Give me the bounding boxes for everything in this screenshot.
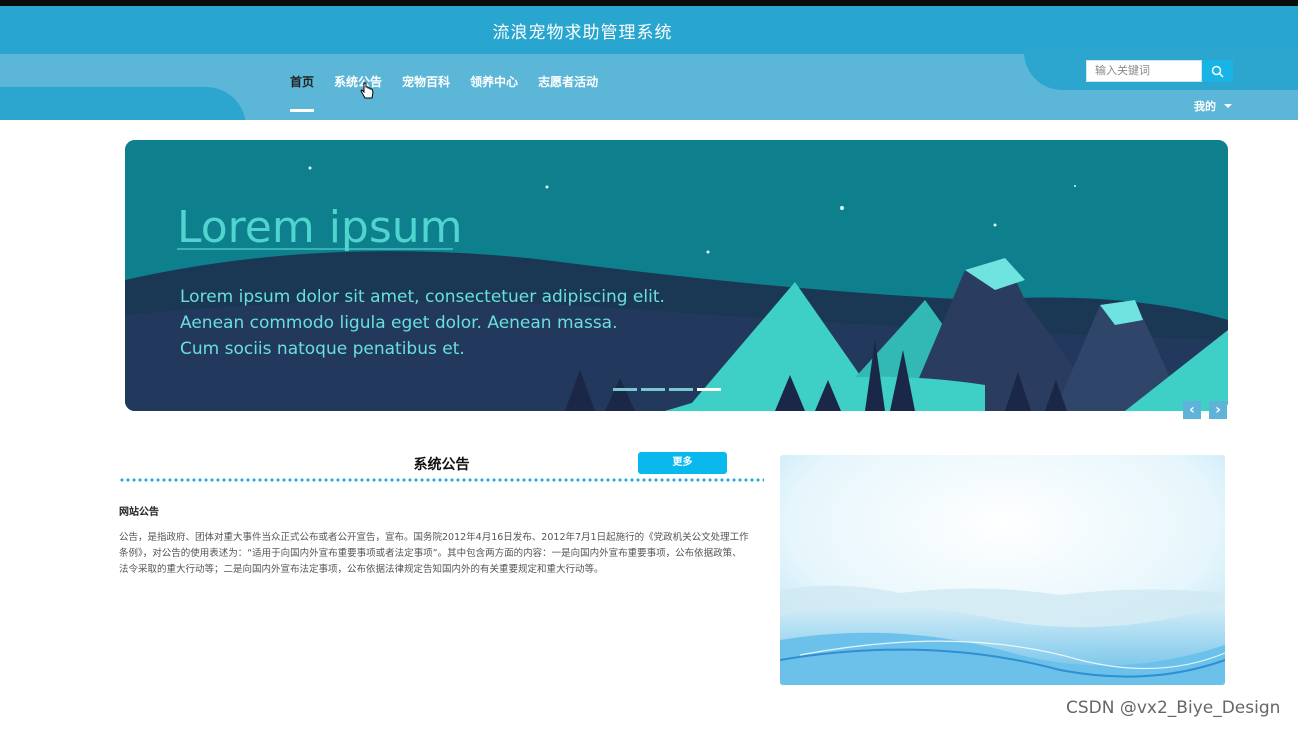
carousel-next-button[interactable]: ›	[1209, 401, 1227, 419]
more-button[interactable]: 更多	[638, 452, 727, 474]
decorative-wave-image	[780, 455, 1225, 685]
my-account-label: 我的	[1194, 100, 1216, 113]
carousel-dot-3[interactable]	[669, 388, 693, 391]
hand-cursor-icon	[360, 82, 374, 99]
carousel-dot-1[interactable]	[613, 388, 637, 391]
banner-line: Cum sociis natoque penatibus et.	[180, 339, 465, 359]
banner-illustration	[125, 140, 1228, 411]
banner-headline: Lorem ipsum	[177, 202, 463, 253]
carousel-dot-2[interactable]	[641, 388, 665, 391]
nav-item-volunteer-activities[interactable]: 志愿者活动	[528, 74, 608, 102]
carousel-dot-4[interactable]	[697, 388, 721, 391]
notice-item-title[interactable]: 网站公告	[119, 503, 159, 518]
chevron-left-icon: ‹	[1189, 402, 1195, 418]
main-nav: 首页 系统公告 宠物百科 领养中心 志愿者活动	[290, 74, 608, 112]
carousel-indicators	[613, 388, 721, 391]
search-button[interactable]	[1202, 60, 1233, 82]
wave-illustration	[780, 455, 1225, 685]
dotted-divider	[119, 478, 764, 482]
search-icon	[1211, 65, 1224, 78]
my-account-menu[interactable]: 我的	[1194, 98, 1232, 114]
notice-item-body: 公告，是指政府、团体对重大事件当众正式公布或者公开宣告，宣布。国务院2012年4…	[119, 532, 749, 575]
headline-underline	[177, 248, 453, 250]
carousel-prev-button[interactable]: ‹	[1183, 401, 1201, 419]
hero-banner: Lorem ipsum Lorem ipsum dolor sit amet, …	[125, 140, 1228, 411]
banner-line: Aenean commodo ligula eget dolor. Aenean…	[180, 313, 618, 333]
nav-item-pet-encyclopedia[interactable]: 宠物百科	[392, 74, 460, 102]
caret-down-icon	[1224, 104, 1232, 108]
watermark-text: CSDN @vx2_Biye_Design	[1066, 698, 1281, 718]
banner-subtext: Lorem ipsum dolor sit amet, consectetuer…	[180, 284, 665, 362]
nav-item-adoption-center[interactable]: 领养中心	[460, 74, 528, 102]
site-title: 流浪宠物求助管理系统	[492, 23, 673, 43]
header-wave-left	[0, 87, 246, 120]
nav-item-home[interactable]: 首页	[290, 74, 324, 112]
nav-item-announcements[interactable]: 系统公告	[324, 74, 392, 102]
chevron-right-icon: ›	[1215, 402, 1221, 418]
banner-line: Lorem ipsum dolor sit amet, consectetuer…	[180, 287, 665, 307]
search-input[interactable]: 输入关键词	[1086, 60, 1202, 82]
